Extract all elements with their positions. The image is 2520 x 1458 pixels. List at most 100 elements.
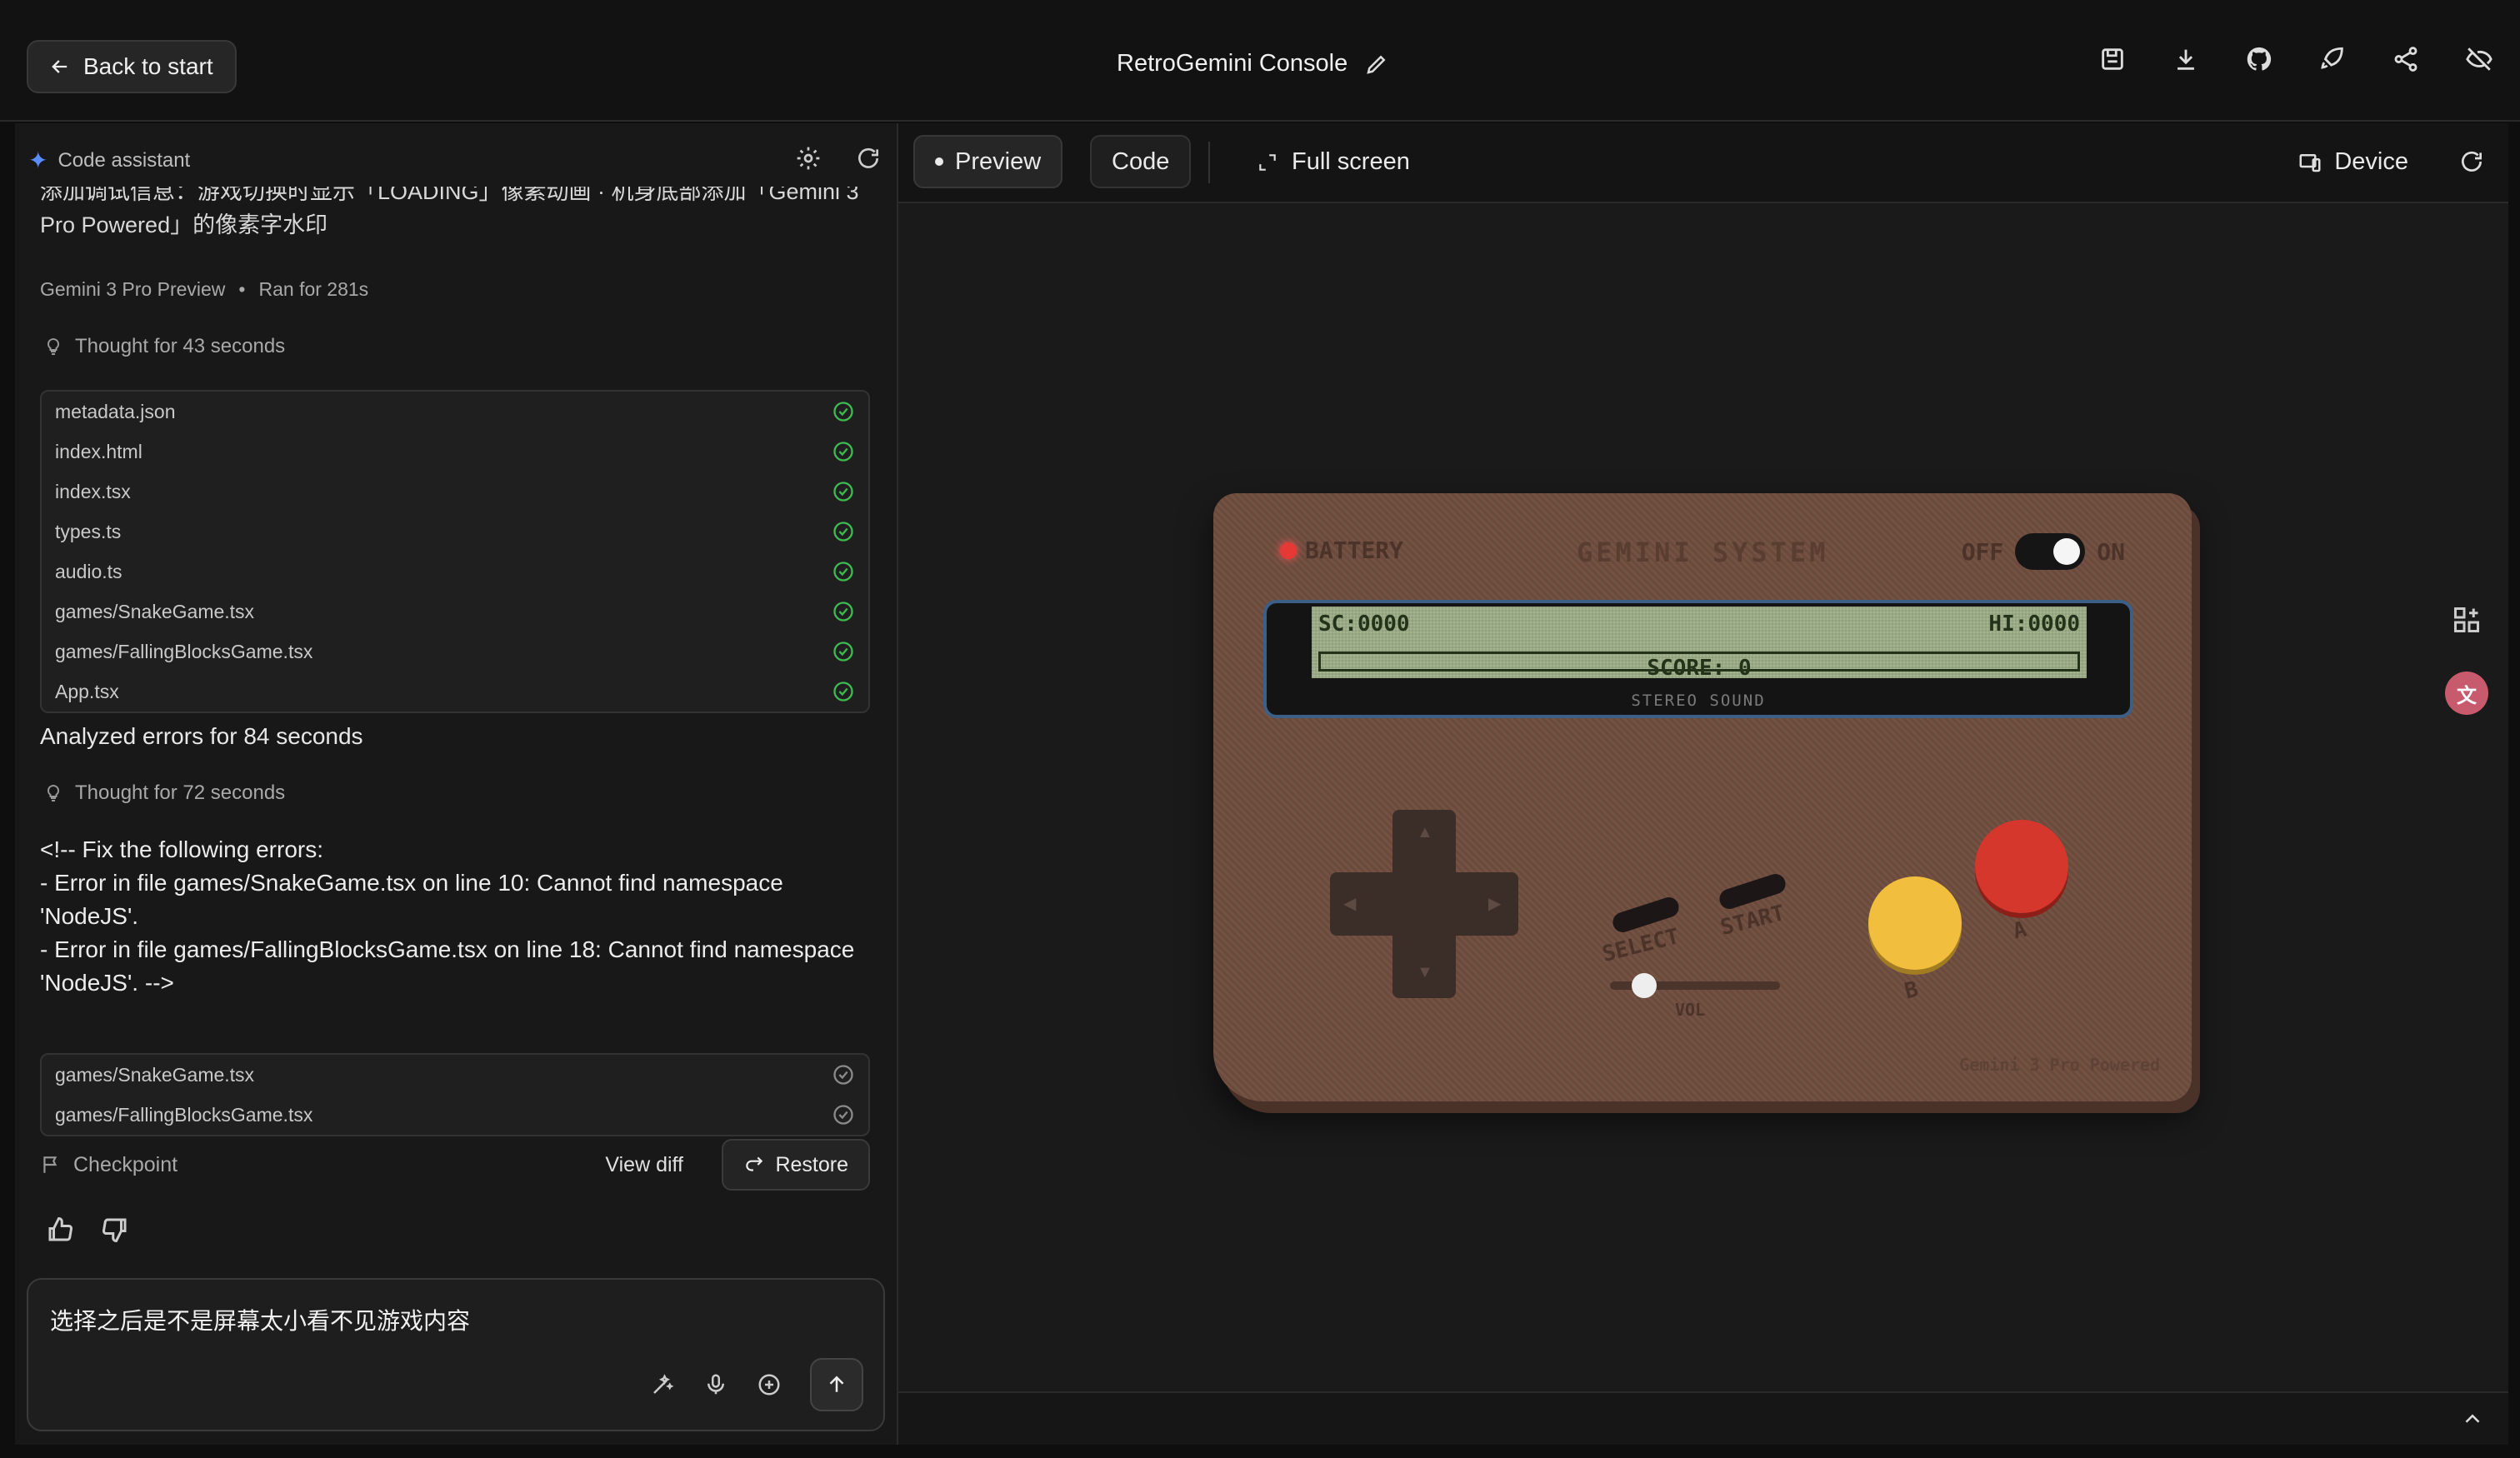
restore-button[interactable]: Restore [722,1139,870,1191]
screen-bezel: SC:0000 HI:0000 SCORE: 0 STEREO SOUND [1263,600,2133,718]
file-row[interactable]: index.tsx [42,472,868,512]
check-circle-icon [833,482,853,502]
current-score: SC:0000 [1318,612,1410,637]
checkpoint-row: Checkpoint View diff Restore [40,1138,870,1191]
hide-preview-icon[interactable] [2463,43,2495,75]
rocket-icon[interactable] [2317,43,2348,75]
thumbs-down-icon[interactable] [100,1215,130,1245]
back-to-start-button[interactable]: Back to start [27,40,237,93]
lightbulb-icon [47,337,60,355]
device-button[interactable]: Device [2298,148,2408,176]
dpad-down-icon[interactable]: ▼ [1417,963,1433,982]
check-circle-icon [833,442,853,462]
on-label: ON [2097,537,2125,566]
volume-knob[interactable] [1631,973,1657,998]
game-area: SCORE: 0 [1318,652,2080,678]
back-label: Back to start [83,53,213,79]
battery-led [1280,542,1297,559]
file-row[interactable]: games/SnakeGame.tsx [42,1055,868,1095]
file-row[interactable]: types.ts [42,512,868,552]
assistant-title: Code assistant [58,148,191,172]
pencil-icon[interactable] [1364,52,1389,77]
thought-text: Thought for 72 seconds [75,781,286,804]
tab-preview[interactable]: Preview [913,135,1063,188]
check-circle-icon [833,522,853,542]
fixed-files-list: games/SnakeGame.tsx games/FallingBlocksGa… [40,1053,870,1136]
lcd-score-row: SC:0000 HI:0000 [1318,612,2080,637]
tab-code[interactable]: Code [1090,135,1192,188]
checkpoint-label: Checkpoint [73,1152,178,1176]
redo-icon [746,1156,763,1171]
check-circle-icon [833,682,853,702]
fix-line: - Error in file games/FallingBlocksGame.… [40,936,855,996]
full-screen-button[interactable]: Full screen [1257,148,1410,176]
message-input[interactable] [50,1306,850,1333]
analyzed-errors-text: Analyzed errors for 84 seconds [40,723,363,749]
off-label: OFF [1961,537,2004,566]
file-row[interactable]: games/FallingBlocksGame.tsx [42,632,868,672]
thought-summary[interactable]: Thought for 43 seconds [43,335,285,358]
dpad-right-icon[interactable]: ▶ [1488,893,1501,914]
system-name: GEMINI SYSTEM [1577,537,1829,568]
settings-gear-icon[interactable] [795,145,822,172]
dpad-left-icon[interactable]: ◀ [1343,893,1356,914]
device-label: Device [2334,148,2408,175]
file-row[interactable]: audio.ts [42,552,868,592]
check-circle-icon [833,642,853,662]
device-icon [2299,153,2321,172]
restore-label: Restore [775,1152,848,1176]
high-score: HI:0000 [1988,612,2080,637]
view-diff-button[interactable]: View diff [605,1153,683,1177]
power-switch[interactable] [2015,533,2086,570]
refresh-icon[interactable] [855,145,882,172]
file-row[interactable]: games/SnakeGame.tsx [42,592,868,632]
magic-wand-icon[interactable] [650,1372,675,1397]
thought-text: Thought for 43 seconds [75,335,286,357]
fix-line: <!-- Fix the following errors: [40,836,323,862]
top-bar: Back to start RetroGemini Console [0,0,2520,122]
widgets-icon[interactable] [2445,598,2488,642]
d-pad[interactable]: ▲ ▼ ◀ ▶ [1330,810,1518,998]
chevron-up-icon[interactable] [2460,1406,2485,1431]
select-label: SELECT [1599,924,1682,967]
message-composer [27,1278,885,1431]
file-row[interactable]: index.html [42,432,868,472]
download-icon[interactable] [2170,43,2202,75]
toolbar-divider [1208,142,1210,183]
file-row[interactable]: App.tsx [42,672,868,712]
send-button[interactable] [810,1358,863,1411]
lightbulb-icon [47,784,60,801]
previous-message-text: 添加调试信息：游戏切换时显示「LOADING」像素动画 · 机身底部添加「Gem… [40,187,859,237]
file-name: index.tsx [55,480,131,502]
tab-code-label: Code [1112,147,1170,175]
check-circle-icon [833,402,853,422]
sparkle-icon: ✦ [28,147,48,173]
preview-refresh-button[interactable] [2458,148,2485,179]
dpad-up-icon[interactable]: ▲ [1417,823,1433,842]
save-icon[interactable] [2097,43,2128,75]
b-button[interactable] [1868,876,1962,970]
microphone-icon[interactable] [703,1372,728,1397]
app-title: RetroGemini Console [1117,50,1389,77]
thumbs-up-icon[interactable] [45,1215,75,1245]
add-circle-icon[interactable] [757,1372,782,1397]
refresh-icon [2462,151,2482,172]
checkpoint: Checkpoint [40,1153,178,1177]
a-button[interactable] [1975,820,2068,913]
preview-toolbar: Preview Code Full screen Device [898,123,2508,203]
stereo-sound-label: STEREO SOUND [1631,692,1766,710]
file-row[interactable]: metadata.json [42,392,868,432]
thought-summary[interactable]: Thought for 72 seconds [43,781,285,805]
assistant-panel: ✦ Code assistant 添加调试信息：游戏切换时显示「LOADING」… [15,123,897,1445]
check-circle-icon [833,562,853,582]
check-circle-icon [833,1105,853,1125]
translate-icon[interactable]: 文 [2445,672,2488,715]
file-row[interactable]: games/FallingBlocksGame.tsx [42,1095,868,1135]
flag-icon [43,1156,58,1173]
run-meta: Gemini 3 Pro Preview • Ran for 281s [40,278,369,300]
battery-label: BATTERY [1305,537,1404,564]
fix-errors-message: <!-- Fix the following errors: - Error i… [40,833,873,1000]
github-icon[interactable] [2243,43,2275,75]
fix-line: - Error in file games/SnakeGame.tsx on l… [40,870,783,929]
share-icon[interactable] [2390,43,2422,75]
